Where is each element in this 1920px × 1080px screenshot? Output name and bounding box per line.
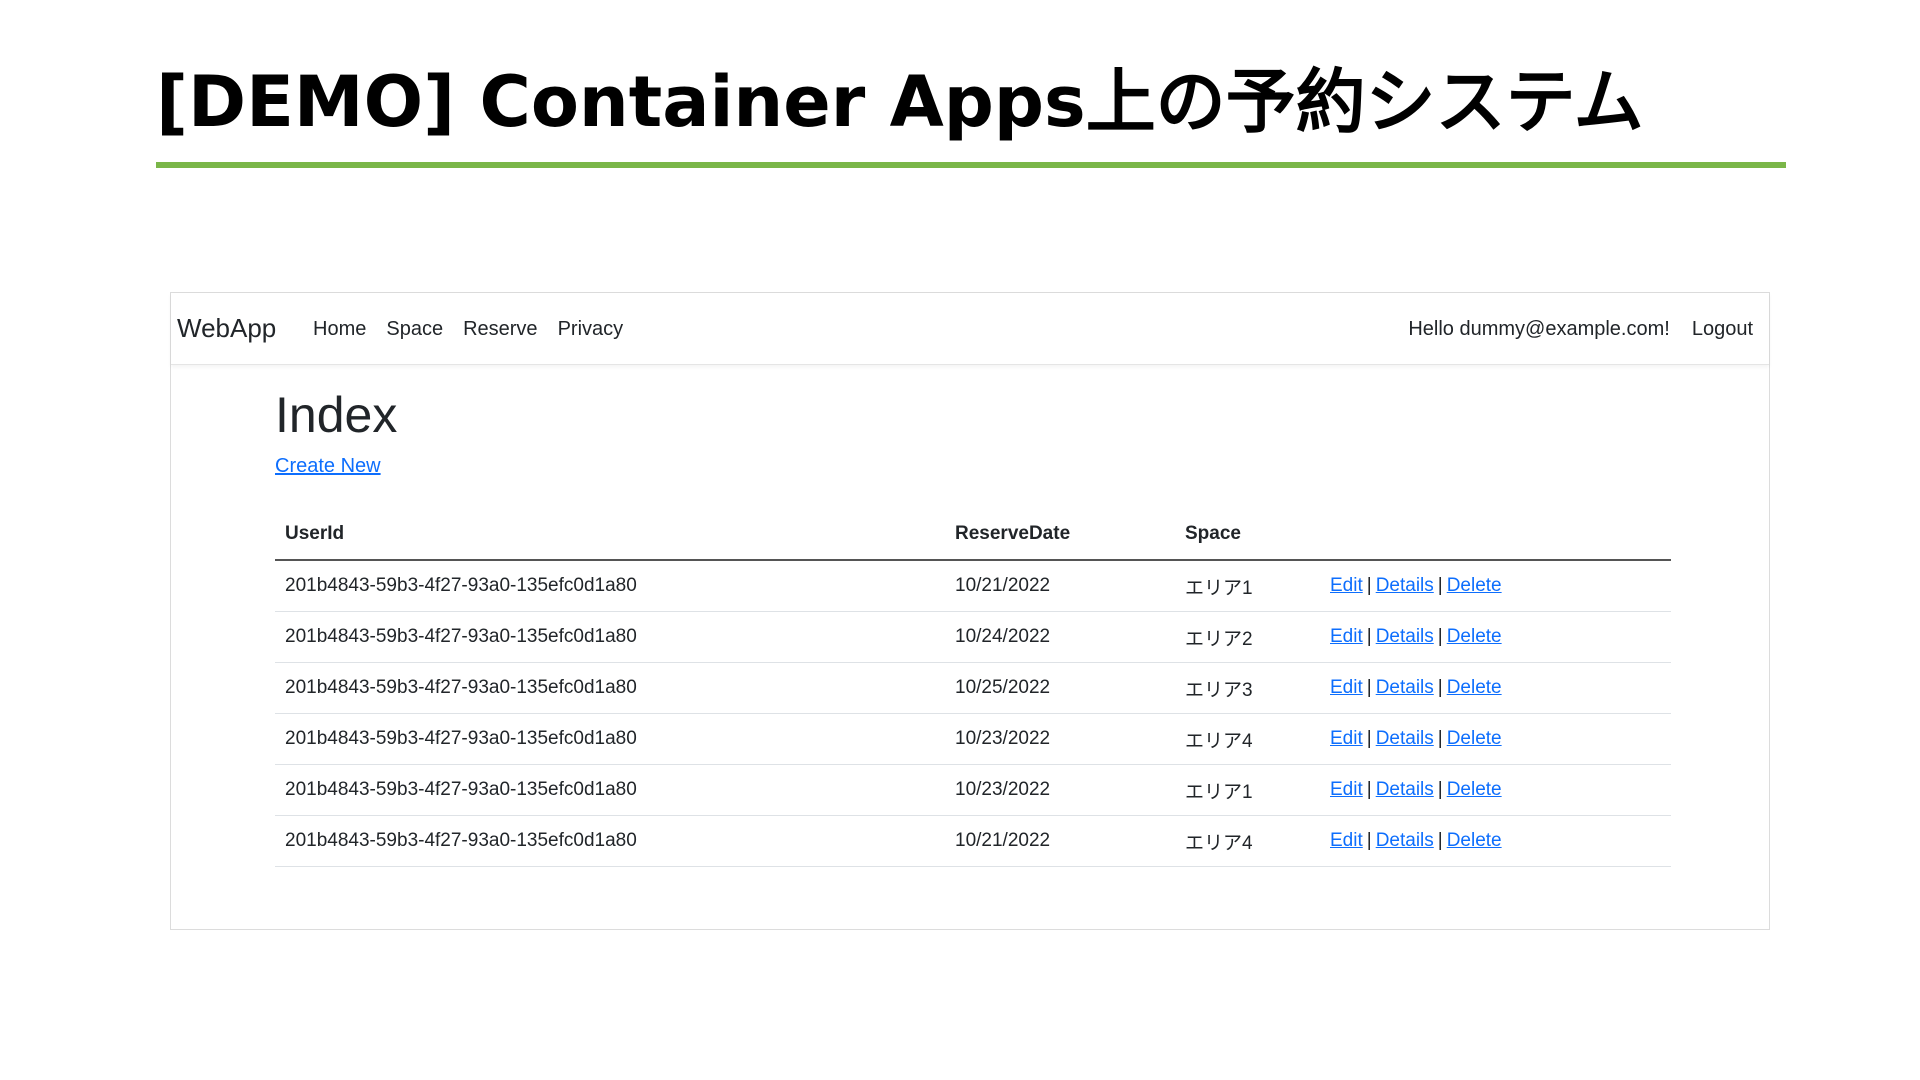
delete-link[interactable]: Delete [1447,626,1502,647]
edit-link[interactable]: Edit [1330,779,1363,800]
nav-user-area: Hello dummy@example.com! Logout [1408,315,1753,343]
details-link[interactable]: Details [1376,575,1434,596]
details-link[interactable]: Details [1376,728,1434,749]
nav-link-privacy[interactable]: Privacy [548,315,634,343]
cell-reservedate: 10/23/2022 [945,764,1175,816]
cell-userid: 201b4843-59b3-4f27-93a0-135efc0d1a80 [275,764,945,816]
separator: | [1366,626,1372,647]
cell-space: エリア1 [1175,764,1320,816]
cell-actions: Edit | Details | Delete [1320,560,1671,612]
delete-link[interactable]: Delete [1447,779,1502,800]
details-link[interactable]: Details [1376,677,1434,698]
cell-space: エリア4 [1175,713,1320,765]
user-greeting[interactable]: Hello dummy@example.com! [1408,315,1670,343]
slide: [DEMO] Container Apps上の予約システム WebApp Hom… [0,0,1920,1080]
cell-userid: 201b4843-59b3-4f27-93a0-135efc0d1a80 [275,662,945,714]
table-row: 201b4843-59b3-4f27-93a0-135efc0d1a80 10/… [275,815,1671,867]
webapp-screenshot: WebApp Home Space Reserve Privacy Hello … [170,292,1770,930]
delete-link[interactable]: Delete [1447,575,1502,596]
table-row: 201b4843-59b3-4f27-93a0-135efc0d1a80 10/… [275,662,1671,714]
separator: | [1366,728,1372,749]
cell-space: エリア1 [1175,560,1320,612]
header-reservedate: ReserveDate [945,509,1175,561]
separator: | [1437,779,1443,800]
edit-link[interactable]: Edit [1330,626,1363,647]
separator: | [1366,575,1372,596]
details-link[interactable]: Details [1376,626,1434,647]
main-content: Index Create New UserId ReserveDate Spac… [275,385,1671,867]
separator: | [1437,830,1443,851]
slide-title: [DEMO] Container Apps上の予約システム [156,61,1644,143]
details-link[interactable]: Details [1376,830,1434,851]
edit-link[interactable]: Edit [1330,575,1363,596]
header-actions [1320,509,1671,561]
delete-link[interactable]: Delete [1447,728,1502,749]
delete-link[interactable]: Delete [1447,830,1502,851]
cell-reservedate: 10/24/2022 [945,611,1175,663]
cell-space: エリア4 [1175,815,1320,867]
nav-link-reserve[interactable]: Reserve [453,315,547,343]
table-row: 201b4843-59b3-4f27-93a0-135efc0d1a80 10/… [275,713,1671,765]
separator: | [1366,779,1372,800]
edit-link[interactable]: Edit [1330,728,1363,749]
cell-space: エリア3 [1175,662,1320,714]
navbar: WebApp Home Space Reserve Privacy Hello … [171,293,1769,365]
separator: | [1437,728,1443,749]
create-new-link[interactable]: Create New [275,453,381,479]
nav-links: Home Space Reserve Privacy [303,315,633,343]
cell-userid: 201b4843-59b3-4f27-93a0-135efc0d1a80 [275,611,945,663]
cell-actions: Edit | Details | Delete [1320,662,1671,714]
cell-userid: 201b4843-59b3-4f27-93a0-135efc0d1a80 [275,815,945,867]
cell-userid: 201b4843-59b3-4f27-93a0-135efc0d1a80 [275,560,945,612]
edit-link[interactable]: Edit [1330,677,1363,698]
separator: | [1366,830,1372,851]
cell-reservedate: 10/21/2022 [945,815,1175,867]
cell-actions: Edit | Details | Delete [1320,764,1671,816]
details-link[interactable]: Details [1376,779,1434,800]
cell-reservedate: 10/23/2022 [945,713,1175,765]
cell-userid: 201b4843-59b3-4f27-93a0-135efc0d1a80 [275,713,945,765]
table-row: 201b4843-59b3-4f27-93a0-135efc0d1a80 10/… [275,764,1671,816]
separator: | [1437,626,1443,647]
cell-reservedate: 10/25/2022 [945,662,1175,714]
cell-actions: Edit | Details | Delete [1320,815,1671,867]
reservations-table: UserId ReserveDate Space 201b4843-59b3-4… [275,509,1671,867]
separator: | [1366,677,1372,698]
cell-actions: Edit | Details | Delete [1320,713,1671,765]
logout-link[interactable]: Logout [1692,315,1753,343]
nav-link-space[interactable]: Space [376,315,453,343]
table-header-row: UserId ReserveDate Space [275,509,1671,561]
separator: | [1437,575,1443,596]
brand-link[interactable]: WebApp [177,311,276,345]
cell-reservedate: 10/21/2022 [945,560,1175,612]
separator: | [1437,677,1443,698]
delete-link[interactable]: Delete [1447,677,1502,698]
header-userid: UserId [275,509,945,561]
header-space: Space [1175,509,1320,561]
table-row: 201b4843-59b3-4f27-93a0-135efc0d1a80 10/… [275,611,1671,663]
table-row: 201b4843-59b3-4f27-93a0-135efc0d1a80 10/… [275,560,1671,612]
page-title: Index [275,387,398,443]
nav-link-home[interactable]: Home [303,315,376,343]
cell-actions: Edit | Details | Delete [1320,611,1671,663]
title-underline [156,162,1786,168]
cell-space: エリア2 [1175,611,1320,663]
edit-link[interactable]: Edit [1330,830,1363,851]
